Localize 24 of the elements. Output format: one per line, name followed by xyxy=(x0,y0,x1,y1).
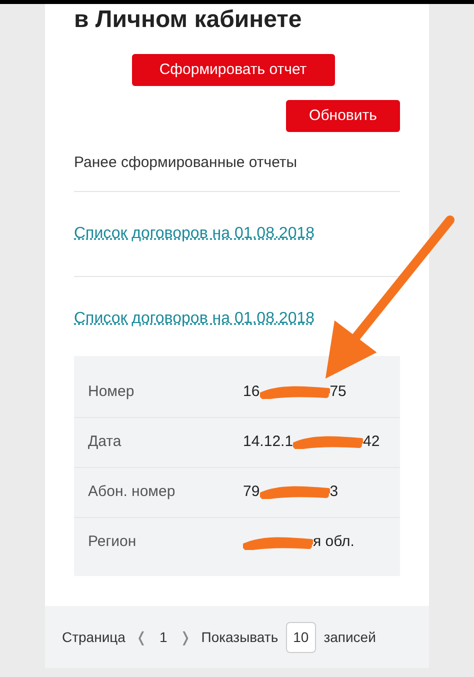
detail-label: Абон. номер xyxy=(88,482,176,502)
detail-value: я обл. xyxy=(313,532,354,552)
page-heading: в Личном кабинете xyxy=(74,6,303,34)
previous-page-button[interactable]: ❬ xyxy=(133,626,150,648)
page-number: 1 xyxy=(158,628,168,646)
section-title: Ранее сформированные отчеты xyxy=(74,152,400,192)
detail-label: Дата xyxy=(88,432,122,452)
show-label: Показывать xyxy=(201,628,278,646)
page-label: Страница xyxy=(62,628,126,647)
report-link[interactable]: Список договоров на 01.08.2018 xyxy=(74,222,315,246)
detail-label: Регион xyxy=(88,532,138,552)
generate-report-button[interactable]: Сформировать отчет xyxy=(132,54,334,86)
records-label: записей xyxy=(324,628,376,646)
detail-value: 42 xyxy=(363,432,380,452)
page-size-field[interactable]: 10 xyxy=(286,622,316,652)
next-page-button[interactable]: ❭ xyxy=(177,626,194,648)
detail-value: 16 xyxy=(243,382,260,402)
detail-value: 79 xyxy=(243,482,260,502)
detail-value: 75 xyxy=(330,382,346,402)
refresh-button[interactable]: Обновить xyxy=(286,100,400,132)
detail-value: 3 xyxy=(330,482,338,502)
detail-label: Номер xyxy=(88,382,136,402)
report-link[interactable]: Список договоров на 01.08.2018 xyxy=(74,306,315,330)
detail-value: 14.12.1 xyxy=(243,432,294,452)
